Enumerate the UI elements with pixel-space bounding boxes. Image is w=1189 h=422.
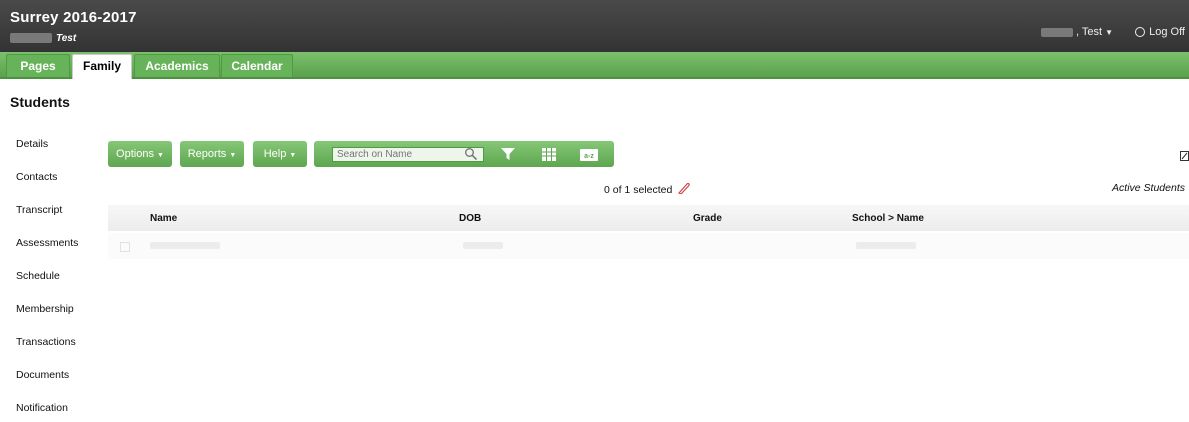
tab-bar: Pages Family Academics Calendar	[0, 52, 1189, 79]
table-row[interactable]	[108, 233, 1189, 259]
options-button[interactable]: Options ▼	[108, 141, 172, 167]
column-header-grade[interactable]: Grade	[693, 213, 722, 224]
sidebar-item-transcript[interactable]: Transcript	[16, 204, 62, 216]
column-header-school[interactable]: School > Name	[852, 213, 924, 224]
chevron-down-icon: ▼	[229, 152, 237, 159]
svg-text:a-z: a-z	[584, 153, 594, 160]
page-title: Students	[10, 94, 70, 110]
selected-count: 0 of 1 selected	[604, 183, 673, 196]
sidebar-item-contacts[interactable]: Contacts	[16, 171, 57, 183]
search-icon[interactable]	[464, 147, 478, 166]
user-identity: Test	[10, 32, 76, 44]
tab-academics[interactable]: Academics	[134, 54, 220, 77]
sort-icon[interactable]: a-z	[580, 148, 598, 166]
sidebar-item-membership[interactable]: Membership	[16, 303, 74, 315]
table-header: Name DOB Grade School > Name	[108, 205, 1189, 231]
expand-icon[interactable]	[1180, 148, 1189, 166]
sidebar-item-documents[interactable]: Documents	[16, 369, 69, 381]
row-checkbox[interactable]	[120, 242, 130, 252]
app-title: Surrey 2016-2017	[10, 9, 137, 26]
search-toolbar: a-z	[314, 141, 614, 167]
sidebar-item-transactions[interactable]: Transactions	[16, 336, 76, 348]
reports-label: Reports	[187, 148, 227, 160]
power-icon	[1135, 27, 1146, 37]
sidebar-item-details[interactable]: Details	[16, 138, 48, 150]
logoff-label: Log Off	[1149, 26, 1185, 38]
selection-info: 0 of 1 selected	[604, 182, 691, 197]
options-label: Options	[116, 148, 154, 160]
faded-cell	[856, 242, 916, 249]
redacted-username	[1040, 27, 1073, 37]
search-input[interactable]	[332, 147, 484, 162]
help-label: Help	[263, 148, 287, 160]
sidebar-item-assessments[interactable]: Assessments	[16, 237, 78, 249]
active-students-filter[interactable]: Active Students	[1112, 182, 1185, 194]
faded-cell	[150, 242, 220, 249]
tab-pages[interactable]: Pages	[6, 54, 70, 77]
faded-cell	[463, 242, 503, 249]
user-subtitle: Test	[56, 32, 77, 44]
help-button[interactable]: Help ▼	[253, 141, 307, 167]
tab-family[interactable]: Family	[72, 54, 132, 79]
redacted-name	[10, 33, 52, 43]
columns-icon[interactable]	[542, 148, 556, 166]
app-header: Surrey 2016-2017 Test , Test ▼ Log Off	[0, 0, 1189, 52]
reports-button[interactable]: Reports ▼	[180, 141, 244, 167]
sidebar-item-schedule[interactable]: Schedule	[16, 270, 60, 282]
eraser-icon[interactable]	[677, 182, 691, 197]
user-menu[interactable]: , Test ▼	[1040, 26, 1113, 38]
column-header-name[interactable]: Name	[150, 213, 177, 224]
sidebar-item-notification[interactable]: Notification	[16, 402, 68, 414]
sidebar: Details Contacts Transcript Assessments …	[0, 128, 92, 422]
chevron-down-icon: ▼	[1105, 27, 1113, 37]
chevron-down-icon: ▼	[289, 152, 297, 159]
user-menu-label: , Test	[1075, 26, 1103, 38]
logoff-button[interactable]: Log Off	[1135, 26, 1185, 38]
column-header-dob[interactable]: DOB	[459, 213, 481, 224]
chevron-down-icon: ▼	[157, 152, 164, 159]
tab-calendar[interactable]: Calendar	[221, 54, 293, 77]
filter-icon[interactable]	[501, 148, 515, 166]
